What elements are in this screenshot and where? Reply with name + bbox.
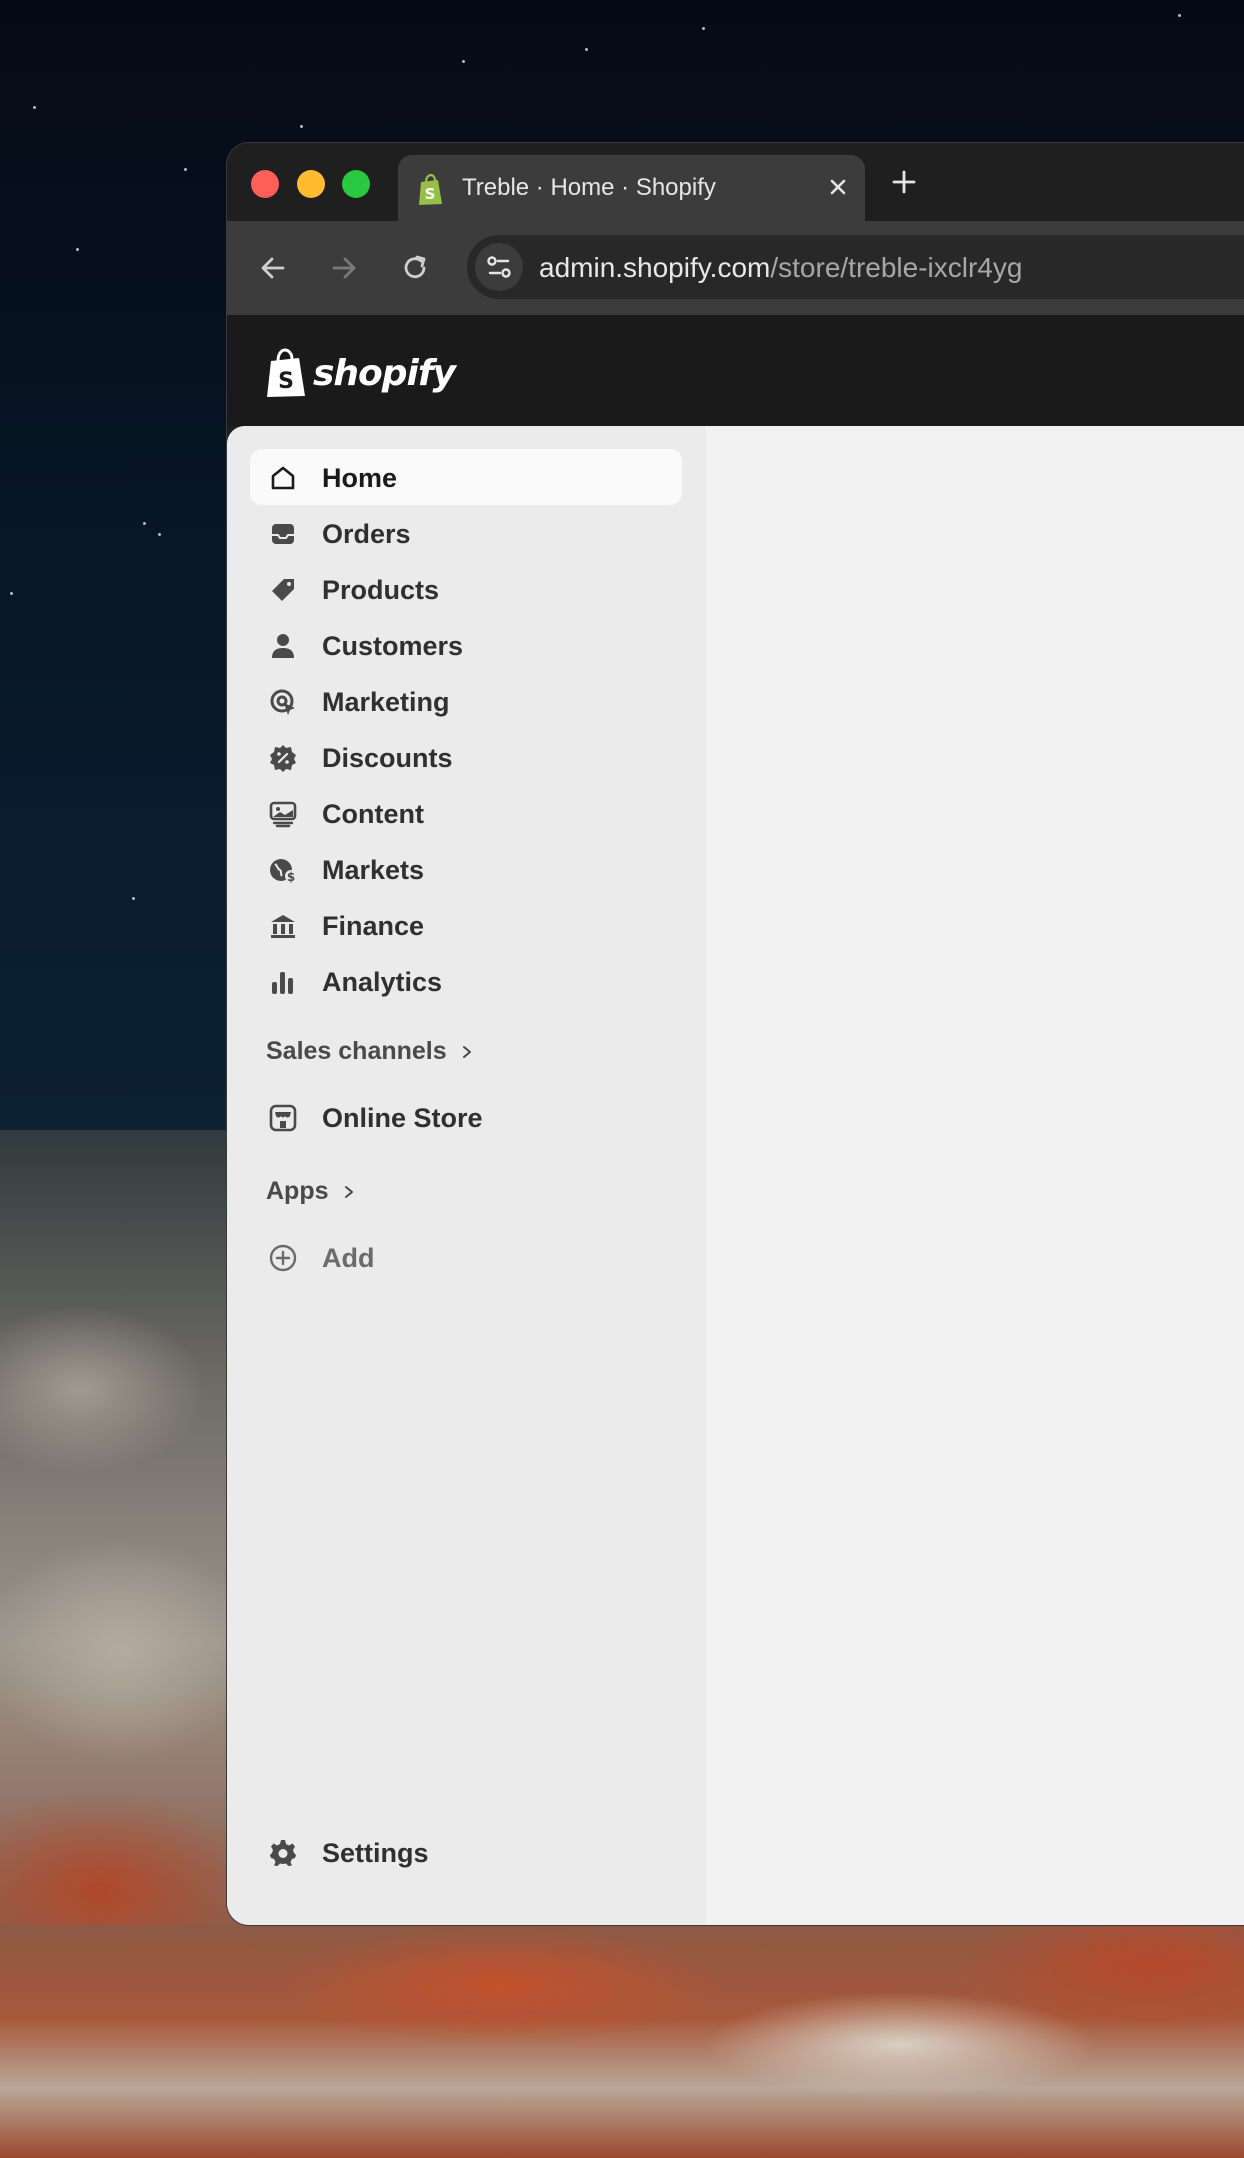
shopify-logo[interactable]: S shopify (265, 347, 456, 399)
star (33, 106, 36, 109)
sales-channels-heading[interactable]: Sales channels (266, 1037, 475, 1066)
store-icon (269, 1104, 297, 1132)
maximize-window-button[interactable] (342, 170, 370, 198)
sidebar-item-markets[interactable]: $ Markets (250, 841, 682, 897)
svg-text:$: $ (287, 870, 295, 884)
shopify-bag-icon: S (267, 348, 305, 397)
sidebar-item-label: Orders (322, 519, 411, 549)
chevron-right-icon (344, 1185, 353, 1198)
sidebar-item-label: Add (322, 1243, 375, 1273)
sidebar-item-label: Customers (322, 631, 464, 661)
sidebar-item-label: Markets (322, 855, 425, 885)
chevron-right-icon (462, 1045, 471, 1058)
star (132, 897, 135, 900)
gear-icon (270, 1840, 296, 1866)
url-text: admin.shopify.com/store/treble-ixclr4yg (539, 252, 1022, 284)
bank-icon (271, 915, 295, 938)
bar-chart-icon (272, 972, 293, 994)
svg-text:S: S (425, 185, 436, 203)
sidebar-item-products[interactable]: Products (250, 561, 682, 617)
reload-icon[interactable] (397, 250, 433, 286)
star (10, 592, 13, 595)
back-arrow-icon[interactable] (255, 250, 291, 286)
sidebar-item-discounts[interactable]: Discounts (250, 729, 682, 785)
browser-toolbar: admin.shopify.com/store/treble-ixclr4yg (227, 221, 1244, 315)
shopify-favicon-icon: S (419, 174, 442, 205)
url-host: admin.shopify.com (539, 252, 771, 283)
close-tab-icon[interactable] (824, 173, 852, 201)
sidebar-item-label: Analytics (322, 967, 443, 997)
sidebar-item-content[interactable]: Content (250, 785, 682, 841)
wallpaper-rocks-bottom (0, 1925, 1244, 2158)
sidebar-item-add-app[interactable]: Add (250, 1229, 682, 1285)
tab-strip: S Treble · Home · Shopify (227, 143, 1244, 221)
star (702, 27, 705, 30)
sidebar-item-orders[interactable]: Orders (250, 505, 682, 561)
star (585, 48, 588, 51)
star (76, 248, 79, 251)
browser-tab-active[interactable]: S Treble · Home · Shopify (398, 155, 865, 221)
globe-icon: $ (270, 859, 297, 884)
browser-window: S Treble · Home · Shopify admin.shopify.… (227, 143, 1244, 1925)
star (300, 125, 303, 128)
svg-text:S: S (278, 369, 294, 394)
sidebar-item-analytics[interactable]: Analytics (250, 953, 682, 1009)
sidebar-item-label: Discounts (322, 743, 453, 773)
shopify-topbar: S shopify (227, 315, 1244, 426)
target-icon (270, 689, 295, 715)
discount-badge-icon (270, 745, 296, 772)
sidebar-item-home[interactable]: Home (250, 449, 682, 505)
sidebar-item-settings[interactable]: Settings (250, 1824, 682, 1880)
sidebar-item-label: Online Store (322, 1103, 483, 1133)
sidebar-item-label: Marketing (322, 687, 450, 717)
home-icon (271, 466, 295, 490)
close-window-button[interactable] (251, 170, 279, 198)
address-bar[interactable]: admin.shopify.com/store/treble-ixclr4yg (467, 235, 1244, 299)
sidebar-item-online-store[interactable]: Online Store (250, 1089, 682, 1145)
sidebar-item-finance[interactable]: Finance (250, 897, 682, 953)
plus-circle-icon (269, 1244, 297, 1272)
apps-label: Apps (266, 1177, 329, 1205)
sidebar-item-label: Finance (322, 911, 425, 941)
shopify-wordmark: shopify (313, 352, 456, 394)
star (158, 533, 161, 536)
new-tab-icon[interactable] (888, 166, 920, 198)
star (462, 60, 465, 63)
sidebar-item-customers[interactable]: Customers (250, 617, 682, 673)
admin-content: Home Orders Products Customers Marketing… (227, 426, 1244, 1925)
url-path: /store/treble-ixclr4yg (770, 252, 1023, 283)
sidebar-item-label: Home (322, 463, 398, 493)
sidebar-item-label: Settings (322, 1838, 429, 1868)
star (184, 168, 187, 171)
tab-title: Treble · Home · Shopify (462, 174, 716, 201)
tune-settings-icon (487, 256, 511, 278)
tag-icon (272, 579, 294, 601)
sidebar-item-marketing[interactable]: Marketing (250, 673, 682, 729)
star (1178, 14, 1181, 17)
forward-arrow-icon[interactable] (326, 250, 362, 286)
sidebar-item-label: Content (322, 799, 424, 829)
minimize-window-button[interactable] (297, 170, 325, 198)
site-info-button[interactable] (475, 243, 523, 291)
admin-sidebar: Home Orders Products Customers Marketing… (227, 426, 706, 1925)
star (143, 522, 146, 525)
sidebar-item-label: Products (322, 575, 440, 605)
inbox-icon (272, 524, 294, 544)
apps-heading[interactable]: Apps (266, 1177, 357, 1206)
image-content-icon (269, 801, 297, 828)
person-icon (272, 634, 294, 658)
sales-channels-label: Sales channels (266, 1037, 447, 1065)
